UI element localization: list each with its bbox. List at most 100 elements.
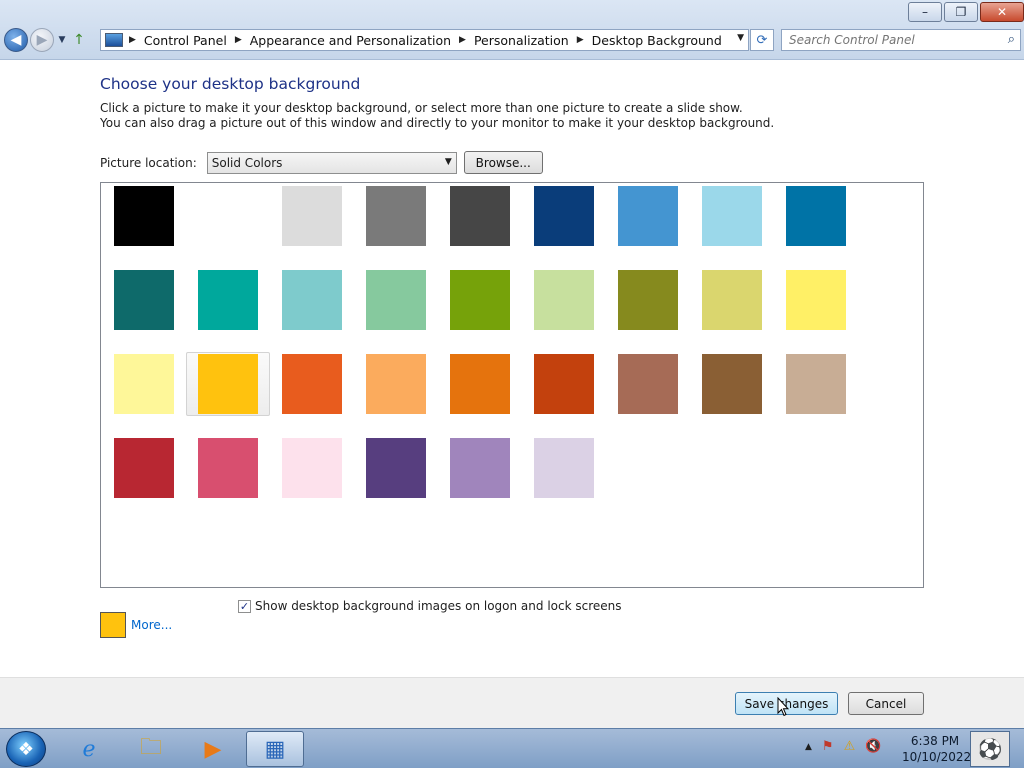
color-swatch[interactable]	[786, 354, 846, 414]
show-hidden-icons-button[interactable]: ▲	[805, 742, 812, 752]
color-swatch[interactable]	[534, 438, 594, 498]
logon-background-checkbox[interactable]: ✓	[238, 599, 251, 613]
clock-time: 6:38 PM	[910, 734, 960, 748]
breadcrumb-desktop-background[interactable]: Desktop Background	[592, 33, 722, 48]
description-line-1: Click a picture to make it your desktop …	[100, 101, 743, 115]
color-swatch[interactable]	[618, 270, 678, 330]
minimize-button[interactable]: –	[908, 2, 942, 22]
cancel-button[interactable]: Cancel	[848, 692, 924, 715]
action-center-flag-icon[interactable]: ⚑	[822, 739, 834, 754]
color-swatch[interactable]	[618, 186, 678, 246]
browse-button[interactable]: Browse...	[463, 151, 543, 174]
color-swatch[interactable]	[366, 270, 426, 330]
description-line-2: You can also drag a picture out of this …	[100, 116, 775, 130]
current-color-swatch[interactable]	[100, 612, 126, 638]
breadcrumb-root-arrow-icon[interactable]: ▶	[129, 35, 136, 45]
folder-icon: 🗀	[139, 735, 162, 760]
back-button[interactable]: ◀	[4, 28, 28, 52]
color-swatch[interactable]	[786, 270, 846, 330]
color-swatch[interactable]	[450, 438, 510, 498]
picture-location-select[interactable]: Solid Colors ▼	[206, 151, 457, 174]
breadcrumb-arrow-icon[interactable]: ▶	[235, 35, 242, 45]
color-swatch[interactable]	[786, 186, 846, 246]
color-swatch[interactable]	[114, 354, 174, 414]
color-swatch[interactable]	[114, 438, 174, 498]
color-swatch[interactable]	[618, 354, 678, 414]
volume-muted-icon[interactable]: 🔇	[865, 739, 881, 754]
color-swatch[interactable]	[366, 438, 426, 498]
logon-background-option: ✓ Show desktop background images on logo…	[238, 599, 622, 613]
color-swatch[interactable]	[702, 270, 762, 330]
taskbar-control-panel[interactable]: ▦	[246, 731, 304, 767]
up-level-button[interactable]: ↑	[70, 31, 88, 49]
color-swatch[interactable]	[198, 354, 258, 414]
page-title: Choose your desktop background	[100, 75, 361, 93]
refresh-button[interactable]: ⟳	[750, 29, 774, 51]
taskbar: ❖ ℯ 🗀 ▶ ▦ ▲ ⚑ ⚠ 🔇 6:38 PM 10/10/2022 ⚽	[0, 728, 1024, 768]
soccer-ball-icon: ⚽	[977, 737, 1003, 761]
color-swatch[interactable]	[282, 270, 342, 330]
window-chrome: – ❐ ✕ ◀ ▶ ▼ ↑ ▶ Control Panel ▶ Appearan…	[0, 0, 1024, 60]
dialog-footer: Save changes Cancel	[0, 677, 1024, 728]
address-bar[interactable]: ▶ Control Panel ▶ Appearance and Persona…	[100, 29, 749, 51]
taskbar-windows-explorer[interactable]: 🗀	[122, 731, 180, 767]
clock[interactable]: 6:38 PM 10/10/2022	[902, 733, 972, 765]
chevron-down-icon: ▼	[444, 156, 452, 167]
color-swatch[interactable]	[198, 186, 258, 246]
search-input[interactable]	[789, 33, 989, 47]
color-swatch[interactable]	[450, 186, 510, 246]
color-swatch[interactable]	[702, 354, 762, 414]
color-swatch[interactable]	[534, 354, 594, 414]
logon-background-label[interactable]: Show desktop background images on logon …	[255, 599, 622, 613]
address-dropdown-icon[interactable]: ▼	[737, 33, 744, 43]
forward-button[interactable]: ▶	[30, 28, 54, 52]
control-panel-icon	[105, 33, 123, 47]
breadcrumb-arrow-icon[interactable]: ▶	[459, 35, 466, 45]
color-swatch[interactable]	[198, 438, 258, 498]
color-swatch[interactable]	[534, 186, 594, 246]
color-gallery	[100, 182, 924, 588]
breadcrumb-personalization[interactable]: Personalization	[474, 33, 569, 48]
color-swatch[interactable]	[366, 354, 426, 414]
breadcrumb-arrow-icon[interactable]: ▶	[577, 35, 584, 45]
color-swatch[interactable]	[114, 270, 174, 330]
breadcrumb-appearance[interactable]: Appearance and Personalization	[250, 33, 451, 48]
clock-date: 10/10/2022	[902, 750, 972, 764]
color-swatch[interactable]	[282, 438, 342, 498]
refresh-icon: ⟳	[756, 32, 768, 48]
windows-logo-icon: ❖	[17, 738, 35, 760]
color-swatch[interactable]	[198, 270, 258, 330]
internet-explorer-icon: ℯ	[82, 736, 96, 762]
main-content: Choose your desktop background Click a p…	[0, 61, 1024, 677]
system-tray: ▲ ⚑ ⚠ 🔇	[805, 739, 881, 754]
color-swatch[interactable]	[282, 186, 342, 246]
breadcrumb: ▶ Control Panel ▶ Appearance and Persona…	[129, 33, 722, 48]
up-arrow-icon: ↑	[73, 32, 85, 48]
picture-location-label: Picture location:	[100, 155, 197, 170]
picture-location-row: Picture location: Solid Colors ▼ Browse.…	[100, 151, 543, 174]
more-colors-link[interactable]: More...	[131, 618, 172, 632]
restore-button[interactable]: ❐	[944, 2, 978, 22]
search-box[interactable]: ⌕	[781, 29, 1021, 51]
color-swatch[interactable]	[534, 270, 594, 330]
close-button[interactable]: ✕	[980, 2, 1024, 22]
media-player-icon: ▶	[204, 736, 222, 762]
show-desktop-button[interactable]: ⚽	[970, 731, 1010, 767]
color-swatch[interactable]	[450, 270, 510, 330]
search-icon[interactable]: ⌕	[1008, 32, 1015, 47]
control-panel-icon: ▦	[264, 736, 286, 762]
page-description: Click a picture to make it your desktop …	[100, 101, 774, 131]
color-swatch[interactable]	[282, 354, 342, 414]
warning-icon[interactable]: ⚠	[844, 739, 856, 754]
breadcrumb-control-panel[interactable]: Control Panel	[144, 33, 227, 48]
color-swatch[interactable]	[366, 186, 426, 246]
taskbar-internet-explorer[interactable]: ℯ	[60, 731, 118, 767]
navigation-buttons: ◀ ▶ ▼ ↑	[4, 28, 88, 52]
color-swatch[interactable]	[450, 354, 510, 414]
color-swatch[interactable]	[702, 186, 762, 246]
recent-pages-button[interactable]: ▼	[56, 35, 68, 45]
back-arrow-icon: ◀	[10, 32, 22, 48]
color-swatch[interactable]	[114, 186, 174, 246]
taskbar-media-player[interactable]: ▶	[184, 731, 242, 767]
start-button[interactable]: ❖	[6, 731, 46, 767]
